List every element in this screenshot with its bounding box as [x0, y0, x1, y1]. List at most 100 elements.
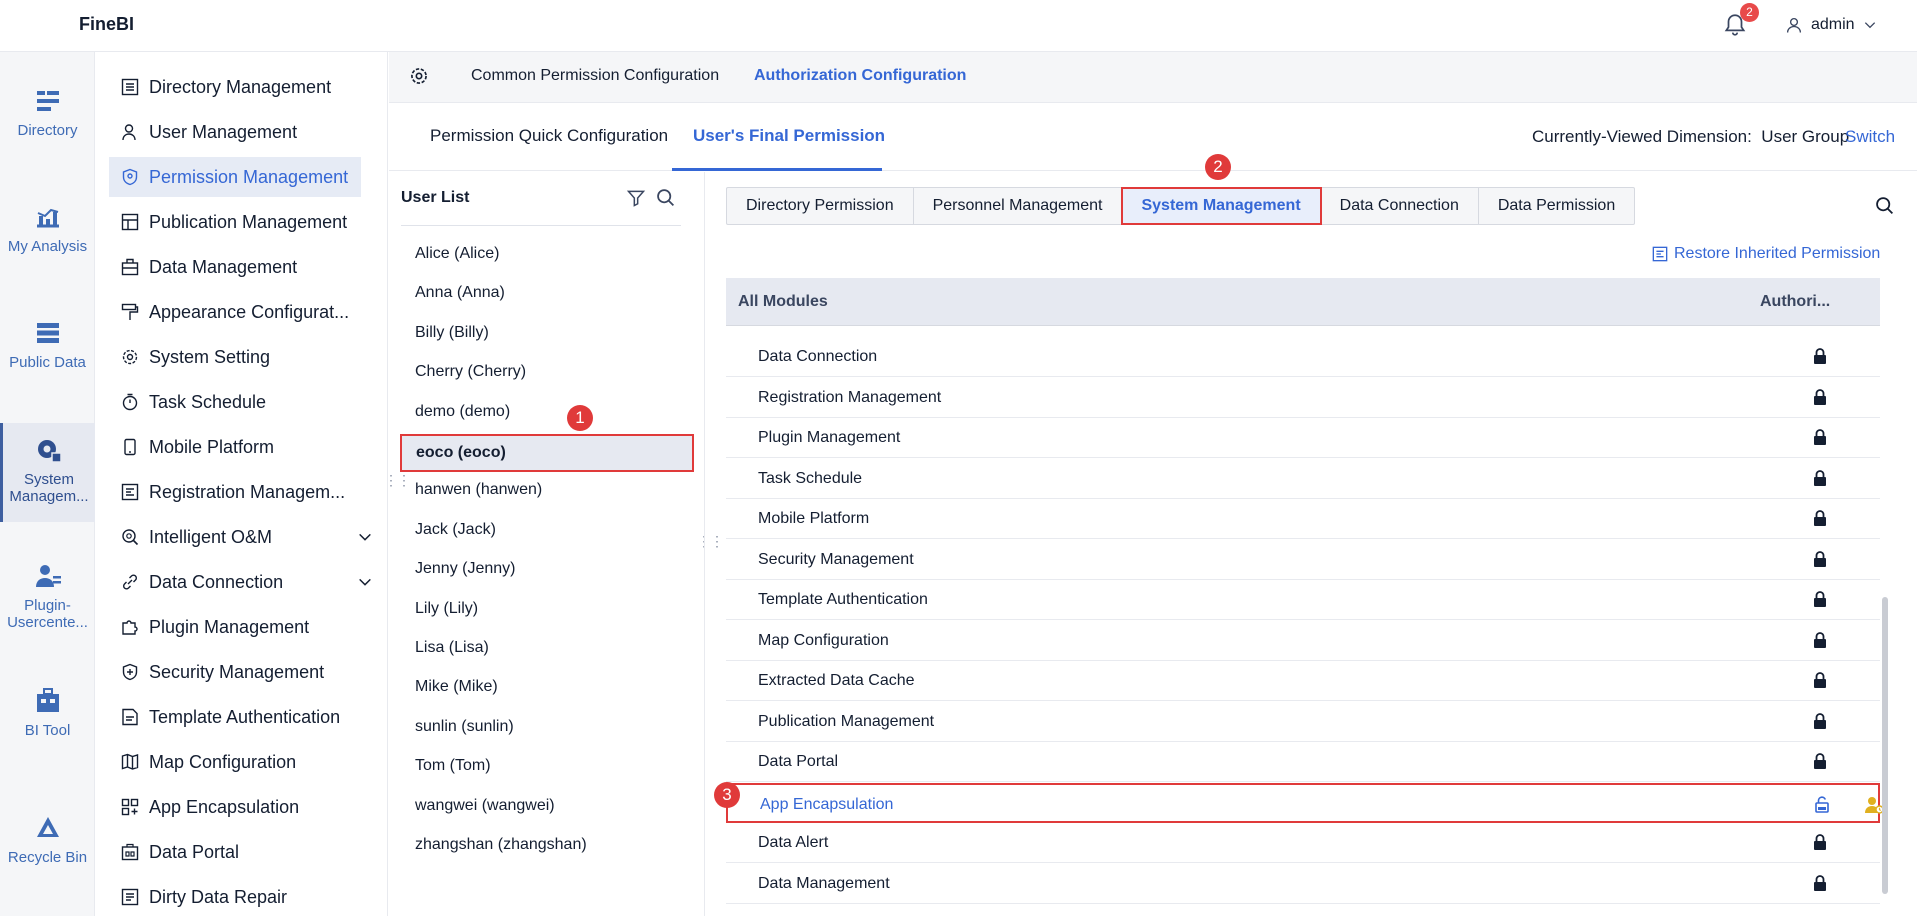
menu-label: Dirty Data Repair [149, 886, 288, 907]
table-header: All Modules Authori... [726, 278, 1880, 326]
user-list-item[interactable]: wangwei (wangwei) [401, 788, 681, 824]
filter-icon[interactable] [626, 188, 646, 208]
chevron-down-icon[interactable] [357, 529, 373, 545]
menu-label: Template Authentication [149, 706, 341, 727]
module-name: Extracted Data Cache [758, 672, 915, 689]
restore-inherited-button[interactable]: Restore Inherited Permission [1652, 245, 1880, 263]
module-row[interactable]: Plugin Management [726, 418, 1880, 458]
module-row[interactable]: Mobile Platform [726, 499, 1880, 539]
user-list-item[interactable]: Lily (Lily) [401, 591, 681, 627]
module-name: Data Alert [758, 834, 829, 851]
lock-icon[interactable] [1812, 874, 1828, 892]
lock-icon[interactable] [1812, 631, 1828, 649]
lock-icon[interactable] [1812, 347, 1828, 365]
user-list-item[interactable]: hanwen (hanwen) [401, 472, 681, 508]
lock-icon[interactable] [1812, 712, 1828, 730]
dimension-caption: Currently-Viewed Dimension: [1532, 127, 1752, 146]
lock-icon[interactable] [1812, 752, 1828, 770]
user-list-item[interactable]: Tom (Tom) [401, 748, 681, 784]
module-row[interactable]: Registration Management [726, 378, 1880, 418]
nav-plugin-usercenter[interactable]: Plugin-Usercente... [0, 561, 95, 631]
module-name: Data Connection [758, 348, 878, 365]
module-row[interactable]: Publication Management [726, 702, 1880, 742]
module-name: Task Schedule [758, 469, 863, 487]
module-row[interactable]: App Encapsulation [726, 782, 1884, 823]
step-marker-1: 1 [567, 405, 593, 431]
nav-recycle-bin[interactable]: Recycle Bin [0, 813, 95, 866]
user-list-item[interactable]: Anna (Anna) [401, 275, 681, 311]
user-list-item[interactable]: Lisa (Lisa) [401, 630, 681, 666]
nav-label: Public Data [9, 354, 86, 371]
permission-panel: Directory Permission Personnel Managemen… [706, 172, 1917, 916]
chevron-down-icon[interactable] [357, 574, 373, 590]
search-icon[interactable] [1874, 195, 1895, 216]
registration-icon [121, 483, 139, 501]
module-row[interactable]: Data Portal [726, 742, 1880, 782]
module-name: Data Management [758, 874, 890, 892]
lock-icon[interactable] [1812, 428, 1828, 446]
lock-icon[interactable] [1812, 590, 1828, 608]
gear-icon[interactable] [409, 66, 429, 86]
gear-icon [122, 349, 138, 365]
nav-label: BI Tool [24, 722, 71, 739]
lock-icon[interactable] [1812, 833, 1828, 851]
bi-tool-icon [36, 688, 59, 712]
search-icon[interactable] [655, 187, 676, 208]
user-list-item[interactable]: Alice (Alice) [401, 236, 681, 272]
module-row[interactable]: Map Configuration [726, 621, 1880, 661]
tab-permission-quick-config[interactable]: Permission Quick Configuration [430, 126, 668, 146]
module-row[interactable]: Task Schedule [726, 459, 1880, 499]
module-row[interactable]: Data Alert [726, 823, 1880, 863]
nav-directory[interactable]: Directory [0, 86, 95, 139]
user-list-item[interactable]: Cherry (Cherry) [401, 354, 681, 390]
module-row[interactable]: Security Management [726, 540, 1880, 580]
map-icon [121, 753, 139, 770]
tab-directory-permission[interactable]: Directory Permission [727, 188, 914, 224]
user-list-item[interactable]: sunlin (sunlin) [401, 709, 681, 745]
switch-link[interactable]: Switch [1845, 127, 1895, 147]
tab-authorization-configuration[interactable]: Authorization Configuration [754, 67, 966, 85]
nav-my-analysis[interactable]: My Analysis [0, 202, 95, 255]
user-list-item[interactable]: zhangshan (zhangshan) [401, 827, 681, 863]
tab-common-permission[interactable]: Common Permission Configuration [471, 67, 719, 85]
user-list-item[interactable]: demo (demo) [401, 394, 681, 430]
scrollbar[interactable] [1882, 597, 1888, 894]
tab-personnel-management[interactable]: Personnel Management [914, 188, 1123, 224]
module-row[interactable]: Template Authentication [726, 580, 1880, 620]
user-list-item[interactable]: eoco (eoco) [400, 434, 694, 472]
unlock-icon[interactable] [1814, 795, 1830, 813]
nav-bi-tool[interactable]: BI Tool [0, 686, 95, 739]
menu-label: Data Portal [149, 841, 240, 862]
user-list-item[interactable]: Jack (Jack) [401, 512, 681, 548]
tab-data-connection[interactable]: Data Connection [1321, 188, 1479, 224]
permission-top-bar: Common Permission Configuration Authoriz… [389, 52, 1917, 103]
recycle-bin-icon [36, 817, 59, 837]
nav-public-data[interactable]: Public Data [0, 318, 95, 371]
user-list-item[interactable]: Jenny (Jenny) [401, 551, 681, 587]
tab-data-permission[interactable]: Data Permission [1479, 188, 1634, 224]
lock-icon[interactable] [1812, 509, 1828, 527]
data-management-icon [121, 258, 139, 276]
user-list-item[interactable]: Billy (Billy) [401, 315, 681, 351]
tab-system-management[interactable]: System Management [1121, 187, 1322, 225]
module-row[interactable]: Data Management [726, 864, 1880, 904]
menu-label: Security Management [149, 661, 325, 682]
module-row[interactable]: Data Connection [726, 337, 1880, 377]
user-list-item[interactable]: Mike (Mike) [401, 669, 681, 705]
lock-icon[interactable] [1812, 550, 1828, 568]
directory-icon [36, 91, 59, 111]
lock-icon[interactable] [1812, 388, 1828, 406]
menu-label: User Management [149, 121, 298, 142]
user-menu[interactable]: admin [1785, 12, 1877, 38]
tab-users-final-permission[interactable]: User's Final Permission [693, 126, 885, 146]
lock-icon[interactable] [1812, 671, 1828, 689]
module-row[interactable]: Extracted Data Cache [726, 661, 1880, 701]
nav-system-management[interactable]: System Managem... [0, 423, 95, 522]
lock-icon[interactable] [1812, 469, 1828, 487]
menu-permission-management[interactable]: Permission Management [109, 157, 361, 197]
authorized-user-icon[interactable] [1864, 795, 1884, 820]
step-marker-2: 2 [1205, 154, 1231, 180]
portal-icon [121, 843, 139, 861]
analysis-icon [36, 208, 59, 228]
col-all-modules: All Modules [738, 293, 828, 310]
